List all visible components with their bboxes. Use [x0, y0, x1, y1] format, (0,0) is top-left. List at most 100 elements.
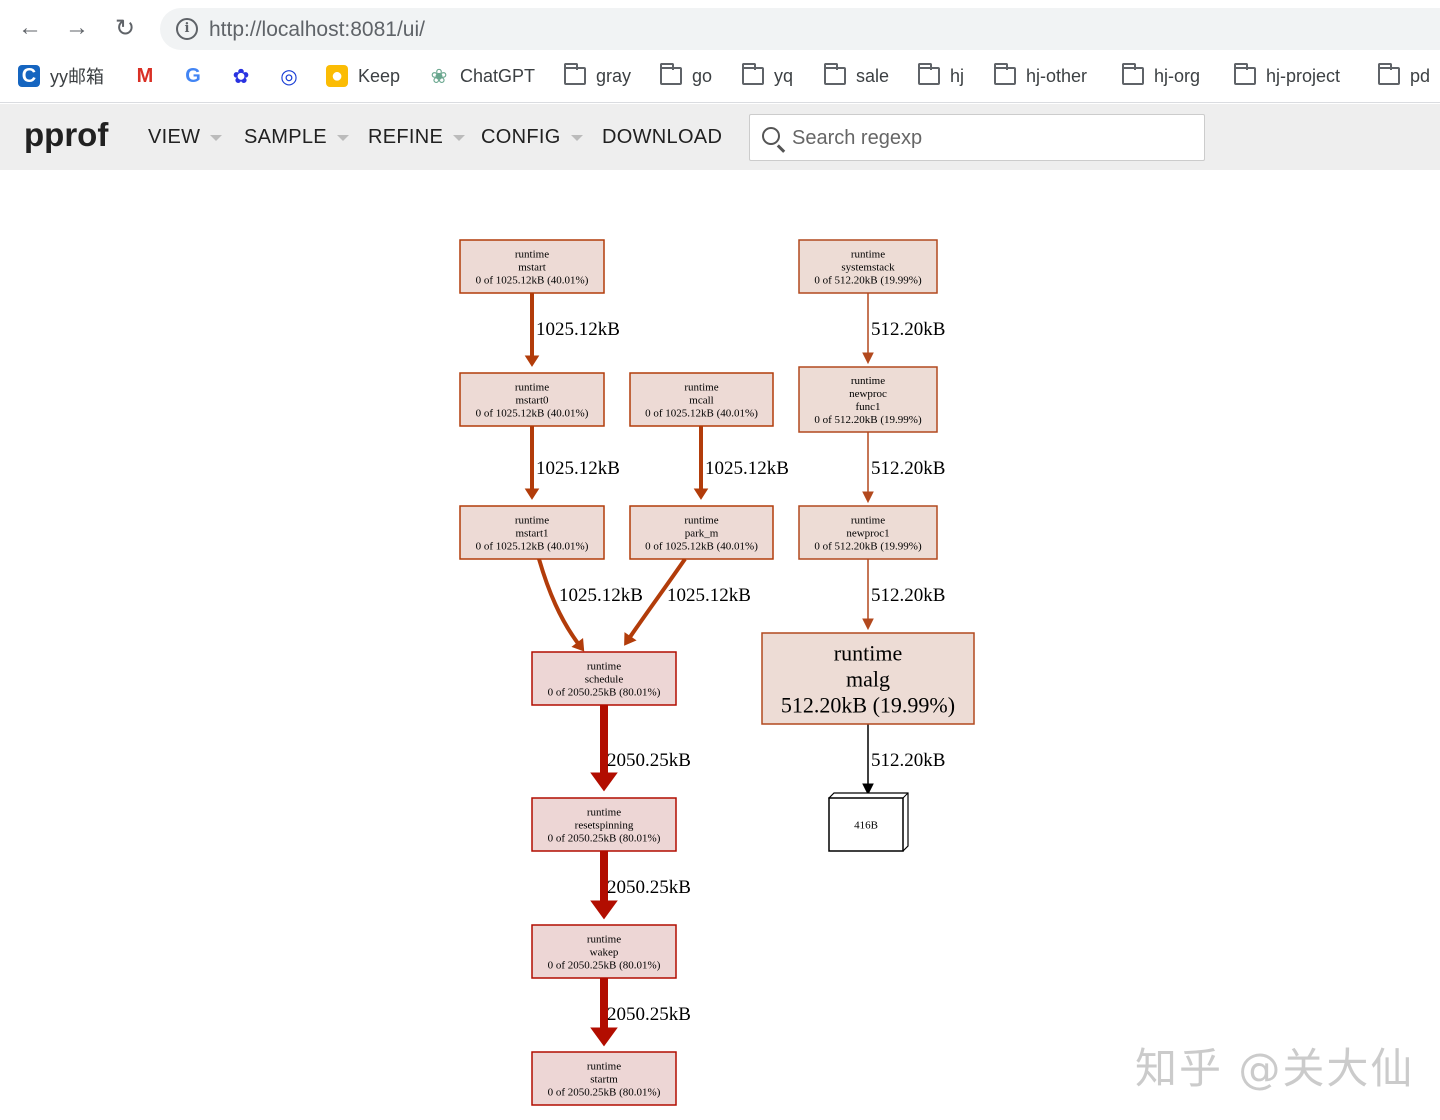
refine-caret-icon [453, 134, 466, 141]
node-label: mcall [689, 394, 713, 406]
edge-malg-b416[interactable]: 512.20kB [862, 724, 945, 796]
node-label: malg [846, 666, 890, 691]
node-label: 0 of 1025.12kB (40.01%) [476, 274, 589, 286]
bookmark-yy[interactable]: Cyy邮箱 [18, 62, 104, 90]
node-newproc1[interactable]: runtimenewproc10 of 512.20kB (19.99%) [798, 505, 938, 560]
node-label: startm [590, 1073, 618, 1085]
sample-menu[interactable]: SAMPLE [244, 126, 349, 149]
edge-label: 1025.12kB [536, 458, 620, 479]
folder-icon [660, 63, 682, 87]
edge-newprocfunc1-newproc1[interactable]: 512.20kB [862, 432, 945, 504]
bookmark-label: pd [1410, 65, 1431, 86]
bookmark-gray[interactable]: gray [564, 62, 631, 90]
node-resetspinning[interactable]: runtimeresetspinning0 of 2050.25kB (80.0… [531, 797, 677, 852]
config-menu[interactable]: CONFIG [481, 126, 583, 149]
node-mcall[interactable]: runtimemcall0 of 1025.12kB (40.01%) [629, 372, 774, 427]
node-systemstack[interactable]: runtimesystemstack0 of 512.20kB (19.99%) [798, 239, 938, 294]
bookmark-gmail[interactable]: M [134, 62, 166, 90]
node-label: runtime [684, 514, 718, 526]
node-label: systemstack [841, 261, 895, 273]
bookmark-ChatGPT[interactable]: ❀ ChatGPT [428, 62, 535, 90]
reload-icon[interactable]: ↻ [109, 12, 141, 44]
node-mstart0[interactable]: runtimemstart00 of 1025.12kB (40.01%) [459, 372, 605, 427]
node-label: runtime [834, 640, 902, 665]
bookmark-target[interactable]: ◎ [278, 62, 310, 90]
edge-label: 2050.25kB [607, 1004, 691, 1025]
bookmark-label: hj-project [1266, 65, 1341, 86]
node-label: mstart [518, 261, 546, 273]
bookmark-hj-project[interactable]: hj-project [1234, 62, 1340, 90]
baidu-icon: ✿ [232, 65, 250, 88]
node-label: newproc1 [846, 527, 889, 539]
bookmark-label: yq [774, 65, 794, 86]
url-text[interactable]: http://localhost:8081/ui/ [209, 18, 425, 42]
bookmark-google[interactable]: G [182, 62, 214, 90]
node-label: 0 of 1025.12kB (40.01%) [476, 407, 589, 419]
node-label: runtime [851, 248, 885, 260]
bookmark-baidu[interactable]: ✿ [230, 62, 262, 90]
folder-icon [1234, 63, 1256, 87]
bookmark-Keep[interactable]: ● Keep [326, 62, 400, 90]
download-menu[interactable]: DOWNLOAD [602, 126, 722, 149]
edge-label: 1025.12kB [667, 585, 751, 606]
node-malg[interactable]: runtimemalg512.20kB (19.99%) [761, 632, 975, 725]
edge-park_m-schedule[interactable]: 1025.12kB [624, 557, 751, 646]
node-mstart1[interactable]: runtimemstart10 of 1025.12kB (40.01%) [459, 505, 605, 560]
node-park_m[interactable]: runtimepark_m0 of 1025.12kB (40.01%) [629, 505, 774, 560]
edge-systemstack-newprocfunc1[interactable]: 512.20kB [862, 293, 945, 365]
bookmark-hj[interactable]: hj [918, 62, 964, 90]
site-info-icon[interactable]: i [176, 18, 198, 40]
chatgpt-icon: ❀ [430, 65, 448, 88]
node-label: mstart0 [516, 394, 549, 406]
folder-icon [824, 63, 846, 87]
address-bar[interactable]: i http://localhost:8081/ui/ [160, 8, 1440, 50]
node-wakep[interactable]: runtimewakep0 of 2050.25kB (80.01%) [531, 924, 677, 979]
edge-label: 2050.25kB [607, 877, 691, 898]
browser-chrome: ← → ↻ i http://localhost:8081/ui/ Cyy邮箱 M… [0, 0, 1440, 103]
edge-wakep-startm[interactable]: 2050.25kB [590, 978, 691, 1047]
node-startm[interactable]: runtimestartm0 of 2050.25kB (80.01%) [531, 1051, 677, 1106]
bookmark-label: hj-org [1154, 65, 1201, 86]
edge-mcall-park_m[interactable]: 1025.12kB [693, 426, 789, 500]
node-label: resetspinning [575, 819, 634, 831]
forward-arrow-icon[interactable]: → [61, 12, 93, 44]
edge-schedule-resetspinning[interactable]: 2050.25kB [590, 705, 691, 792]
bookmark-sale[interactable]: sale [824, 62, 889, 90]
refine-menu[interactable]: REFINE [368, 126, 466, 149]
edge-mstart0-mstart1[interactable]: 1025.12kB [524, 426, 620, 500]
node-mstart[interactable]: runtimemstart0 of 1025.12kB (40.01%) [459, 239, 605, 294]
node-label: 0 of 2050.25kB (80.01%) [548, 1086, 661, 1098]
edge-arrowhead [590, 900, 618, 920]
search-icon [762, 127, 780, 145]
bookmark-label: yy邮箱 [50, 67, 104, 87]
bookmark-yq[interactable]: yq [742, 62, 793, 90]
bookmarks-bar: Cyy邮箱 M G ✿ ◎ ● Keep ❀ ChatGPT gray go yq sale hj hj-o… [0, 58, 1440, 94]
bookmark-go[interactable]: go [660, 62, 712, 90]
bookmark-hj-other[interactable]: hj-other [994, 62, 1087, 90]
edge-arrowhead [524, 488, 540, 500]
edge-mstart-mstart0[interactable]: 1025.12kB [524, 293, 620, 367]
bookmark-label: gray [596, 65, 632, 86]
node-schedule[interactable]: runtimeschedule0 of 2050.25kB (80.01%) [531, 651, 677, 706]
pprof-logo[interactable]: pprof [24, 116, 108, 154]
node-newprocfunc1[interactable]: runtimenewprocfunc10 of 512.20kB (19.99%… [798, 366, 938, 433]
back-arrow-icon[interactable]: ← [14, 12, 46, 44]
node-label: 512.20kB (19.99%) [781, 692, 955, 717]
node-label: 0 of 512.20kB (19.99%) [814, 540, 922, 552]
bookmark-pd[interactable]: pd [1378, 62, 1430, 90]
node-label: runtime [587, 933, 621, 945]
bookmark-label: go [692, 65, 713, 86]
node-label: 0 of 1025.12kB (40.01%) [645, 407, 758, 419]
view-menu[interactable]: VIEW [148, 126, 223, 149]
bookmark-label: ChatGPT [460, 65, 536, 86]
node-label: wakep [590, 946, 619, 958]
bookmark-hj-org[interactable]: hj-org [1122, 62, 1200, 90]
folder-icon [994, 63, 1016, 87]
edge-resetspinning-wakep[interactable]: 2050.25kB [590, 851, 691, 920]
search-input[interactable] [792, 121, 1192, 155]
folder-icon [742, 63, 764, 87]
node-label: 0 of 2050.25kB (80.01%) [548, 832, 661, 844]
edge-newproc1-malg[interactable]: 512.20kB [862, 559, 945, 631]
edge-arrowhead [590, 772, 618, 792]
node-b416[interactable]: 416B [828, 792, 909, 852]
